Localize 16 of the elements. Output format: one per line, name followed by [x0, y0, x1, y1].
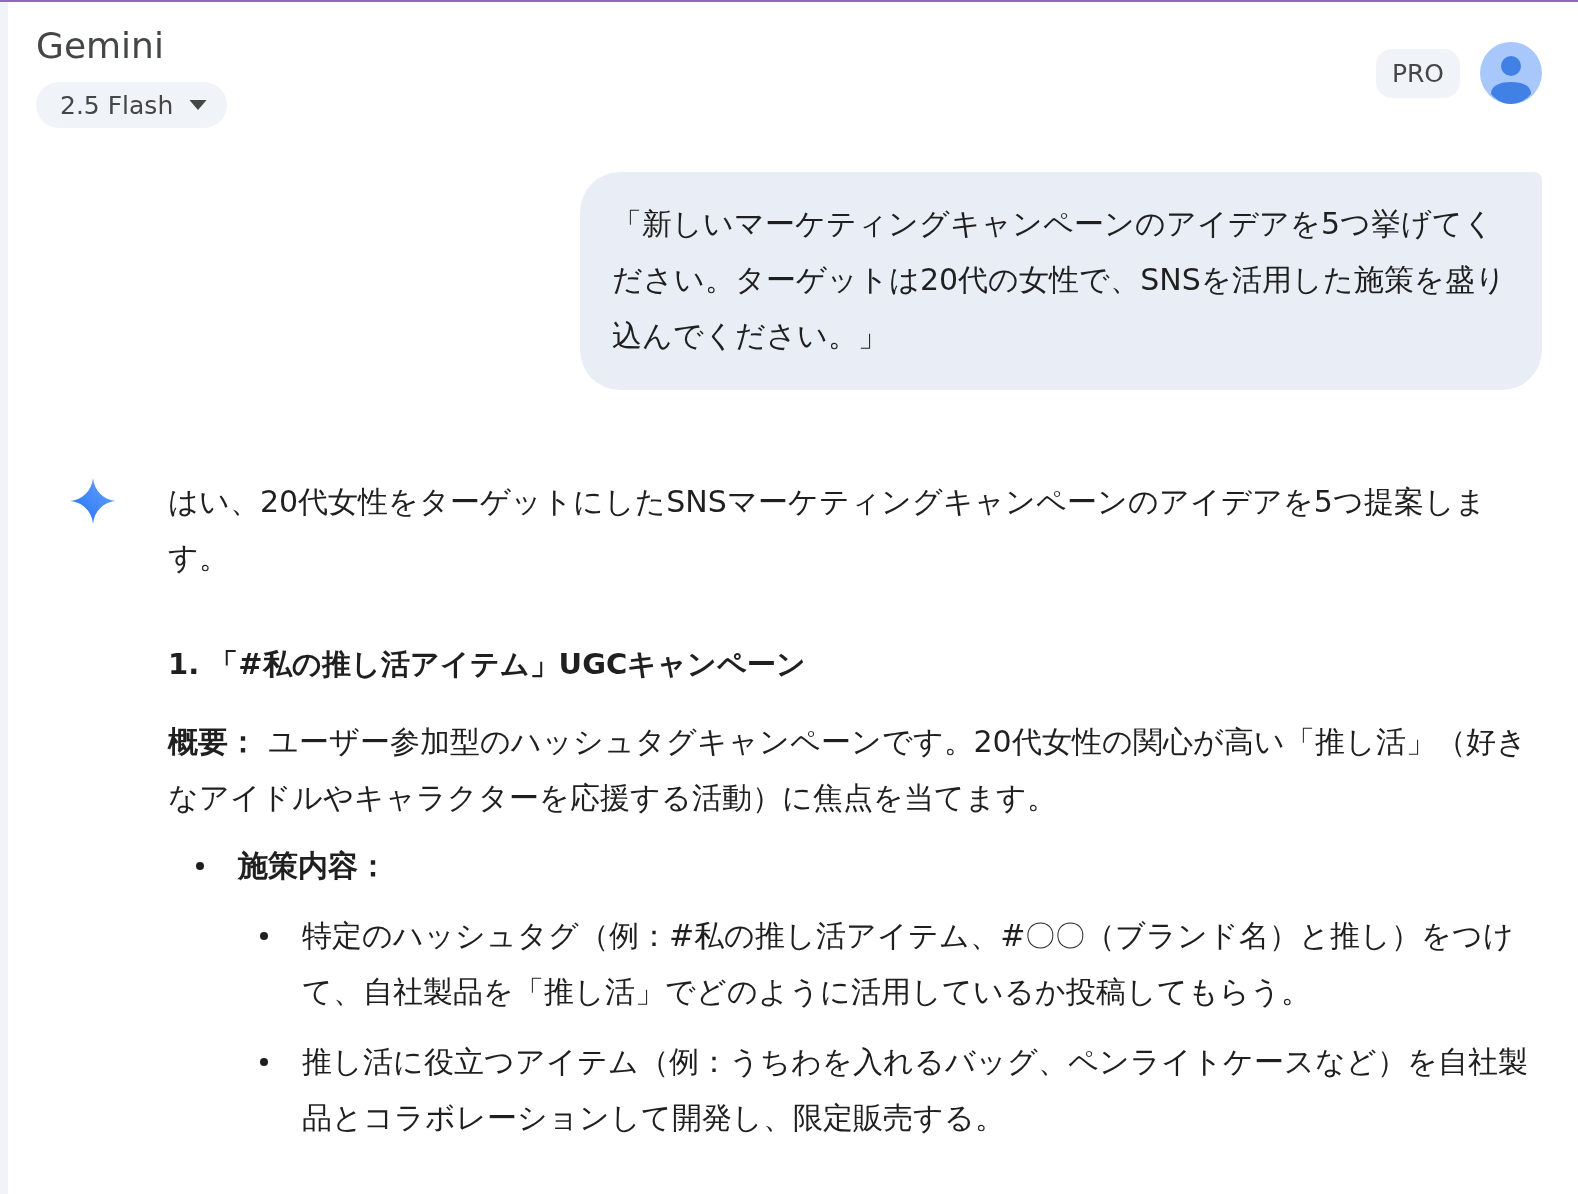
caret-icon	[189, 100, 208, 110]
sparkle-icon	[70, 478, 116, 524]
bullet-icon	[260, 932, 268, 940]
list-item-text: 推し活に役立つアイテム（例：うちわを入れるバッグ、ペンライトケースなど）を自社製品とコラボレーションして開発し、限定販売する。	[302, 1043, 1528, 1137]
section-heading: 1. 「#私の推し活アイテム」UGCキャンペーン	[168, 646, 808, 683]
bullet-icon	[260, 1058, 268, 1066]
avatar-icon[interactable]	[1480, 42, 1542, 104]
response-intro: はい、20代女性をターゲットにしたSNSマーケティングキャンペーンのアイデアを5つ提案します。	[168, 483, 1487, 577]
list-label: 施策内容：	[238, 847, 388, 885]
model-selector[interactable]: 2.5 Flash	[36, 82, 228, 128]
summary-text: 概要： ユーザー参加型のハッシュタグキャンペーンです。20代女性の関心が高い「推し活」（好きなアイドルやキャラクターを応援する活動）に焦点を当てます。	[168, 723, 1528, 817]
bullet-icon	[196, 862, 204, 870]
list-item-text: 特定のハッシュタグ（例：#私の推し活アイテム、#〇〇（ブランド名）と推し）をつけて、自社製品を「推し活」でどのように活用しているか投稿してもらう。	[302, 917, 1516, 1011]
plan-badge: PRO	[1375, 48, 1460, 98]
app-title: Gemini	[36, 24, 165, 68]
user-message: 「新しいマーケティングキャンペーンのアイデアを5つ挙げてください。ターゲットは20代の女性で、SNSを活用した施策を盛り込んでください。」	[580, 172, 1542, 390]
